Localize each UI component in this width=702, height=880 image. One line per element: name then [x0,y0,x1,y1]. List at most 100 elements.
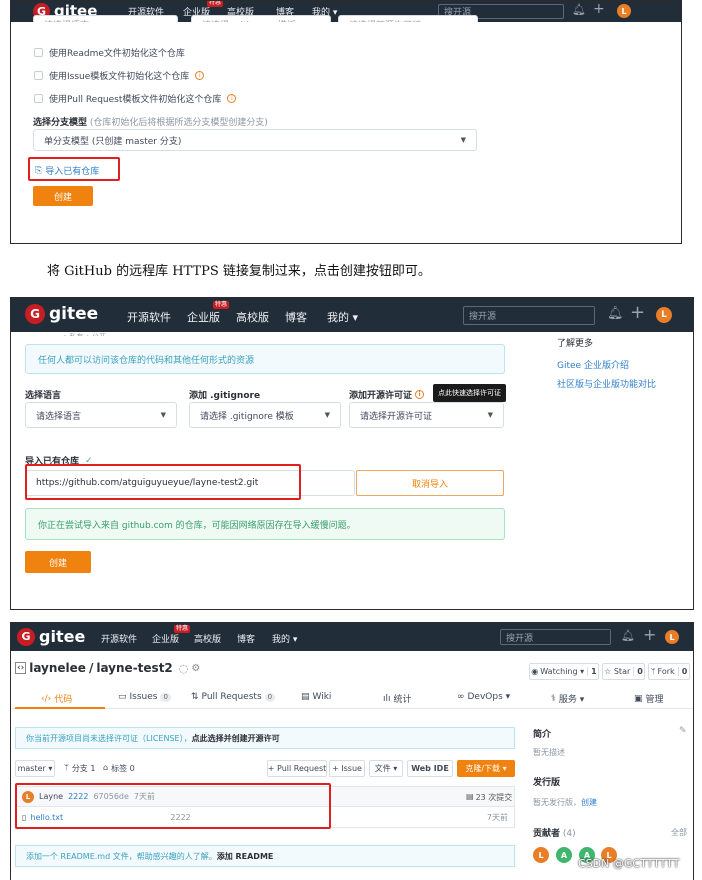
checkbox-pr-template[interactable]: 使用Pull Request模板文件初始化这个仓库 i [34,92,237,105]
license-select[interactable]: 请选择开源许可证 ▼ [349,402,504,428]
gitignore-select[interactable]: 请选择 .gitignore 模板 ▼ [189,402,341,428]
branch-model-title: 选择分支模型 [33,118,88,128]
watching-button[interactable]: ◉ Watching ▾ 1 [529,663,599,680]
branch-model-value: 单分支模型 (只创建 master 分支) [44,136,182,147]
screenshot-create-repo-options: G gitee 开源软件 企业版 特惠 高校版 博客 我的 ▾ 搜开源 🔔︎ +… [10,0,682,244]
commit-count[interactable]: ▤ 23 次提交 [466,792,512,803]
create-release-link[interactable]: 创建 [581,798,597,807]
nav-enterprise[interactable]: 企业版 [152,632,179,645]
nav-education[interactable]: 高校版 [194,632,221,645]
readme-notice-text: 添加一个 README.md 文件，帮助感兴趣的人了解。 [26,851,217,861]
caret-down-icon: ▼ [324,411,330,419]
plus-icon[interactable]: + [630,302,645,323]
nav-open-source[interactable]: 开源软件 [127,309,171,325]
checkbox-readme[interactable]: 使用Readme文件初始化这个仓库 [34,46,185,59]
checkbox[interactable] [34,48,43,57]
language-select[interactable]: 请选择语言 ▼ [25,402,177,428]
repo-name-link[interactable]: layne-test2 [96,661,172,675]
gitignore-select-value: 请选择 .gitignore 模板 [200,411,294,422]
promo-badge: 特惠 [174,625,191,633]
file-menu-button[interactable]: 文件 ▾ [369,760,403,777]
tab-wiki[interactable]: ▤ Wiki [301,692,331,702]
help-icon[interactable]: i [227,94,237,103]
fork-button[interactable]: ᛘ Fork 0 [648,663,690,680]
branch-model-select[interactable]: 单分支模型 (只创建 master 分支) ▼ [33,129,477,151]
new-pull-request-button[interactable]: + Pull Request [267,760,327,777]
contributor-avatar[interactable]: A [556,847,572,863]
star-count: 0 [633,667,643,676]
nav-education[interactable]: 高校版 [236,309,269,325]
nav-blog[interactable]: 博客 [285,309,307,325]
history-icon: ▤ [466,792,474,801]
sync-icon[interactable]: ◌ [179,662,189,675]
new-issue-button[interactable]: + Issue [329,760,365,777]
gitee-logo[interactable]: G gitee [25,304,98,324]
edit-icon[interactable]: ✎ [679,726,687,736]
license-notice-link[interactable]: 点此选择并创建开源许可 [192,733,280,744]
nav-blog[interactable]: 博客 [237,632,255,645]
plus-icon[interactable]: + [643,625,656,644]
star-label: ☆ Star [604,667,631,676]
bell-icon[interactable]: 🔔︎ [621,629,635,642]
repo-owner-link[interactable]: laynelee [29,661,86,675]
tab-pull-requests[interactable]: ⇅ Pull Requests 0 [191,692,276,702]
contributors-count: (4) [562,829,576,839]
pull-request-icon: ⇅ [191,692,199,702]
checkbox[interactable] [34,71,43,80]
star-button[interactable]: ☆ Star 0 [602,663,645,680]
plus-icon[interactable]: + [593,1,605,17]
help-icon[interactable]: i [415,390,425,399]
add-readme-link[interactable]: 添加 README [217,851,274,862]
tag-count[interactable]: ⌂ 标签 0 [103,763,135,774]
contributors-all-link[interactable]: 全部 [671,827,687,838]
screenshot-repo-page: G gitee 开源软件 企业版 特惠 高校版 博客 我的 ▾ 搜开源 🔔︎ +… [10,622,694,880]
create-button[interactable]: 创建 [33,186,93,206]
bell-icon[interactable]: 🔔︎ [572,3,586,16]
branch-count[interactable]: ᛘ 分支 1 [64,763,95,774]
user-avatar[interactable]: L [656,307,672,323]
license-label: 添加开源许可证 i [349,388,425,401]
help-icon[interactable]: i [195,71,205,80]
bell-icon[interactable]: 🔔︎ [607,306,624,321]
checkbox[interactable] [34,94,43,103]
nav-enterprise[interactable]: 企业版 [187,309,220,325]
cancel-import-button[interactable]: 取消导入 [356,470,504,496]
checkbox-issue-template[interactable]: 使用Issue模板文件初始化这个仓库 i [34,69,205,82]
tab-devops[interactable]: ∞ DevOps ▾ [457,692,510,702]
gitee-logo[interactable]: G gitee [17,627,85,646]
repo-separator: / [88,661,94,675]
branch-select[interactable]: master ▾ [15,760,55,777]
nav-open-source[interactable]: 开源软件 [101,632,137,645]
tab-code-label: 代码 [54,695,73,705]
caret-down-icon: ▼ [460,136,466,144]
chevron-down-icon: ▾ [292,635,298,645]
tab-issues[interactable]: ▭ Issues 0 [118,692,171,702]
search-input[interactable]: 搜开源 [500,629,611,645]
contributors-label: 贡献者 [533,829,561,839]
contributor-avatar[interactable]: L [533,847,549,863]
web-ide-button[interactable]: Web IDE [407,760,453,777]
eye-icon: ◉ [531,667,539,676]
side-release-empty: 暂无发行版， [533,798,581,807]
settings-icon[interactable]: ⚙ [191,663,200,674]
services-icon: ⚕ [551,693,556,704]
tab-code[interactable]: ‹/› 代码 [41,692,73,706]
user-avatar[interactable]: L [665,630,679,644]
tab-manage[interactable]: ▣ 管理 [634,692,664,706]
side-link-compare[interactable]: 社区版与企业版功能对比 [557,377,656,390]
tab-stats[interactable]: ılı 统计 [383,692,412,706]
code-icon: ‹/› [41,693,52,704]
top-navbar: G gitee 开源软件 企业版 特惠 高校版 博客 我的 ▾ 搜开源 🔔︎ +… [11,298,693,332]
clone-download-button[interactable]: 克隆/下载 ▾ [457,760,515,777]
side-intro-text: 暂无描述 [533,748,565,757]
branch-model-hint: (仓库初始化后将根据所选分支模型创建分支) [89,118,268,128]
nav-my[interactable]: 我的 ▾ [272,632,297,645]
search-input[interactable]: 搜开源 [463,306,595,325]
user-avatar[interactable]: L [617,4,631,18]
create-button[interactable]: 创建 [25,551,91,573]
tab-services[interactable]: ⚕ 服务 ▾ [551,692,584,706]
nav-my[interactable]: 我的 ▾ [327,309,358,325]
chevron-down-icon: ▾ [352,311,359,324]
side-link-enterprise-intro[interactable]: Gitee 企业版介绍 [557,358,629,371]
highlight-box [28,157,120,181]
